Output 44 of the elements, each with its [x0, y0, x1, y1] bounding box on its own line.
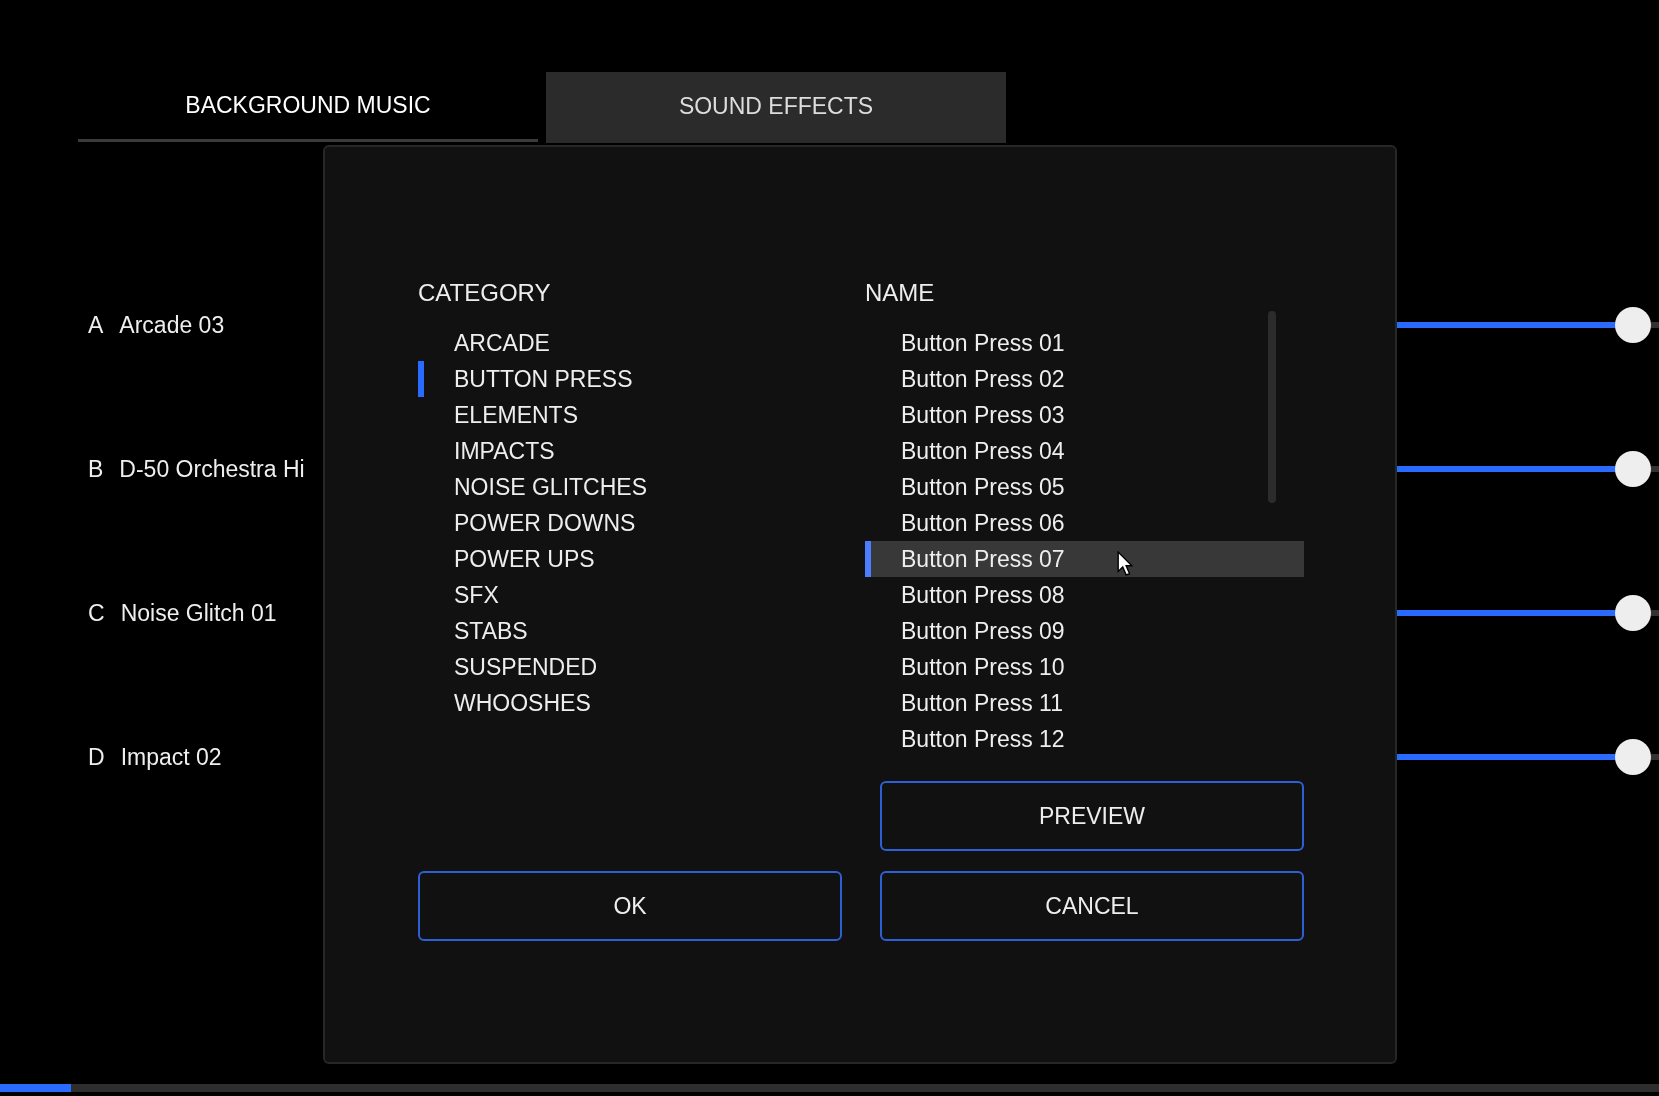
category-item[interactable]: SFX: [418, 577, 865, 613]
category-item[interactable]: NOISE GLITCHES: [418, 469, 865, 505]
sound-item[interactable]: Button Press 09: [865, 613, 1304, 649]
category-item[interactable]: POWER UPS: [418, 541, 865, 577]
slider-thumb[interactable]: [1614, 595, 1651, 631]
category-item[interactable]: ARCADE: [418, 325, 865, 361]
category-item[interactable]: SUSPENDED: [418, 649, 865, 685]
track-letter: B: [88, 455, 104, 483]
category-item[interactable]: WHOOSHES: [418, 685, 865, 721]
column-heading: NAME: [865, 278, 936, 308]
sound-item[interactable]: Button Press 06: [865, 505, 1304, 541]
sound-item[interactable]: Button Press 03: [865, 397, 1304, 433]
sound-item[interactable]: Button Press 12: [865, 721, 1304, 757]
ok-button[interactable]: OK: [418, 871, 842, 941]
track-name: Impact 02: [120, 743, 222, 771]
track-letter: C: [88, 599, 105, 627]
track-name: Noise Glitch 01: [120, 599, 277, 627]
sound-item[interactable]: Button Press 04: [865, 433, 1304, 469]
tab[interactable]: SOUND EFFECTS: [546, 72, 1006, 143]
column-heading: CATEGORY: [418, 278, 552, 308]
sound-item[interactable]: Button Press 07: [865, 541, 1304, 577]
sound-item[interactable]: Button Press 05: [865, 469, 1304, 505]
sound-item[interactable]: Button Press 10: [865, 649, 1304, 685]
track-name: D-50 Orchestra Hi: [119, 455, 305, 483]
cancel-button[interactable]: CANCEL: [880, 871, 1304, 941]
slider-thumb[interactable]: [1614, 307, 1651, 343]
track-name: Arcade 03: [119, 311, 225, 339]
category-item[interactable]: POWER DOWNS: [418, 505, 865, 541]
slider-thumb[interactable]: [1614, 739, 1651, 775]
category-item[interactable]: STABS: [418, 613, 865, 649]
category-item[interactable]: ELEMENTS: [418, 397, 865, 433]
sound-item[interactable]: Button Press 02: [865, 361, 1304, 397]
track-letter: D: [88, 743, 105, 771]
category-item[interactable]: BUTTON PRESS: [418, 361, 865, 397]
slider-thumb[interactable]: [1614, 451, 1651, 487]
sound-item[interactable]: Button Press 08: [865, 577, 1304, 613]
preview-button[interactable]: PREVIEW: [880, 781, 1304, 851]
category-item[interactable]: IMPACTS: [418, 433, 865, 469]
sound-item[interactable]: Button Press 11: [865, 685, 1304, 721]
track-letter: A: [88, 311, 104, 339]
mouse-pointer-icon: [1117, 551, 1133, 576]
tab[interactable]: BACKGROUND MUSIC: [78, 72, 538, 142]
scrollbar[interactable]: [1268, 311, 1276, 503]
sound-item[interactable]: Button Press 01: [865, 325, 1304, 361]
